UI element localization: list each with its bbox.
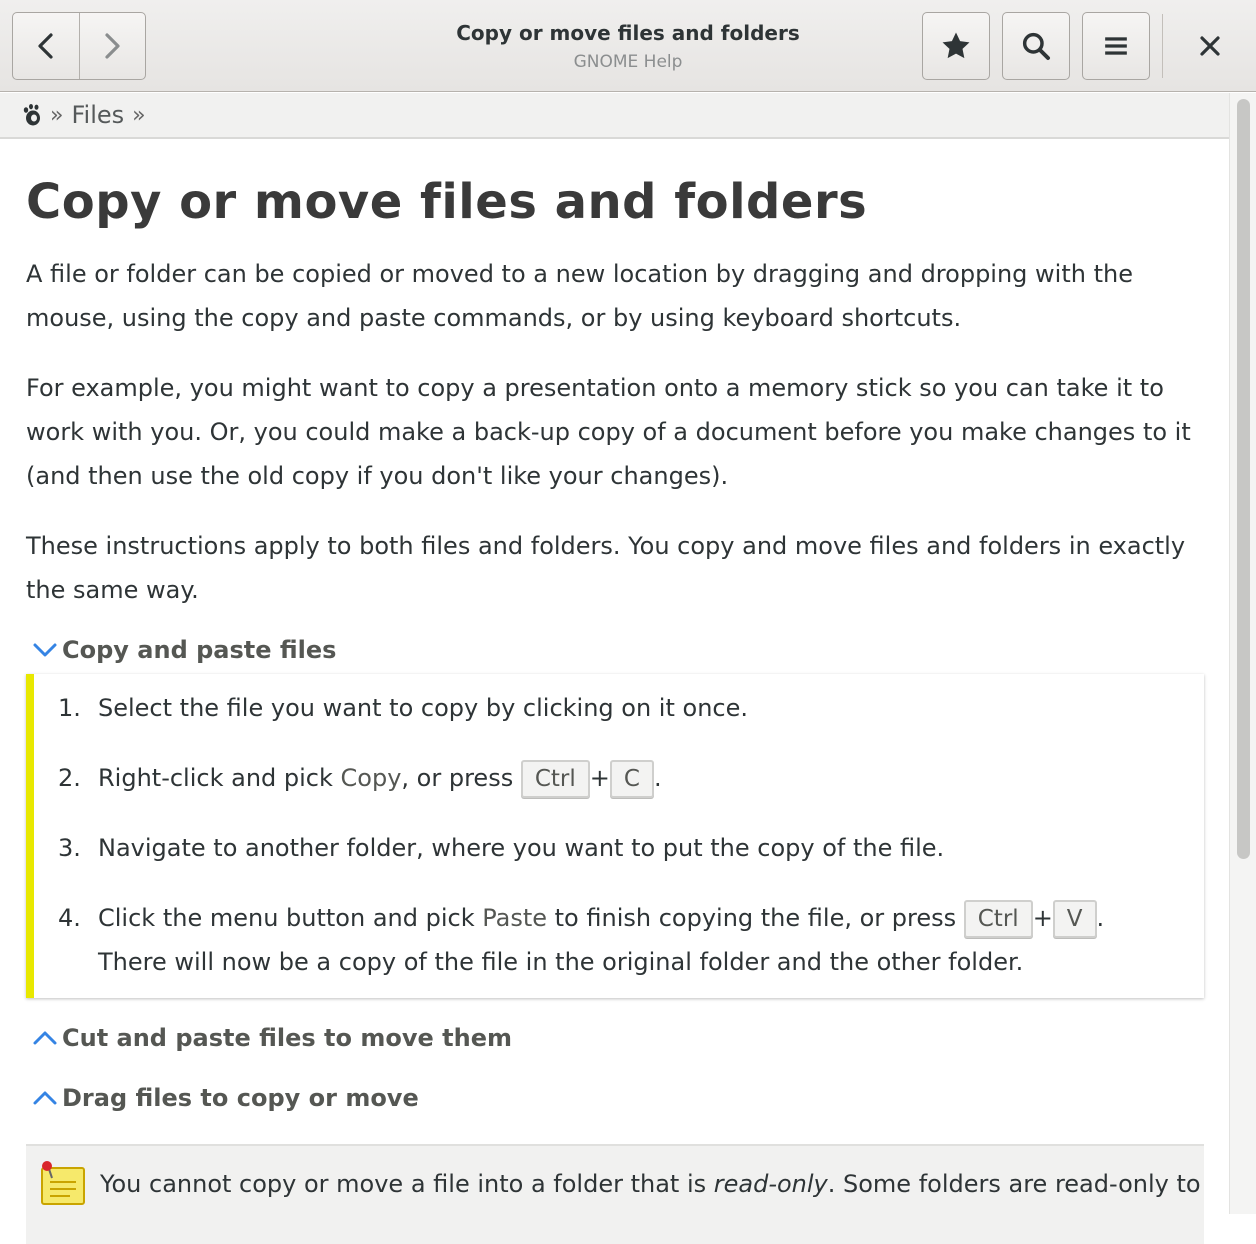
section-title: Copy and paste files xyxy=(62,636,337,664)
step-text: Click the menu button and pick xyxy=(98,904,483,932)
key-plus: + xyxy=(1032,904,1053,932)
menu-icon xyxy=(1105,37,1127,55)
step-number: 2. xyxy=(58,764,81,792)
scrollbar-thumb[interactable] xyxy=(1237,99,1250,859)
note-text-start: You cannot copy or move a file into a fo… xyxy=(100,1170,714,1198)
history-nav-group xyxy=(12,12,146,80)
step-text: to finish copying the file, or press xyxy=(547,904,964,932)
close-icon xyxy=(1200,36,1220,56)
chevron-up-icon xyxy=(33,1031,57,1045)
key-plus: + xyxy=(589,764,610,792)
window-title: Copy or move files and folders xyxy=(456,21,800,45)
note-box: You cannot copy or move a file into a fo… xyxy=(26,1144,1204,1244)
section-title: Cut and paste files to move them xyxy=(62,1024,512,1052)
window-title-box: Copy or move files and folders GNOME Hel… xyxy=(330,18,926,76)
list-item: 2. Right-click and pick Copy, or press Ct… xyxy=(58,756,662,800)
step-text: . xyxy=(653,764,662,792)
breadcrumb-files-link[interactable]: Files xyxy=(71,101,124,129)
section-drag-toggle[interactable]: Drag files to copy or move xyxy=(32,1084,419,1112)
list-item: 4. Click the menu button and pick Paste t… xyxy=(58,896,1104,940)
list-item: 3. Navigate to another folder, where you … xyxy=(58,826,944,870)
intro-paragraph: A file or folder can be copied or moved … xyxy=(26,260,1133,332)
step-text: Navigate to another folder, where you wa… xyxy=(98,834,945,862)
chevron-down-icon xyxy=(33,643,57,657)
key-c: C xyxy=(609,760,654,798)
step-text: , or press xyxy=(401,764,521,792)
breadcrumb-separator: » xyxy=(132,102,146,128)
back-button[interactable] xyxy=(13,13,79,79)
step-text: Right-click and pick xyxy=(98,764,341,792)
list-item: 1. Select the file you want to copy by cl… xyxy=(58,686,748,730)
copy-paste-steps: 1. Select the file you want to copy by cl… xyxy=(26,674,1204,998)
menu-button[interactable] xyxy=(1082,12,1150,80)
forward-arrow-icon xyxy=(105,33,120,59)
search-button[interactable] xyxy=(1002,12,1070,80)
gui-label-paste: Paste xyxy=(482,904,548,932)
section-copy-paste-toggle[interactable]: Copy and paste files xyxy=(32,636,336,664)
key-v: V xyxy=(1052,900,1097,938)
note-text: You cannot copy or move a file into a fo… xyxy=(100,1162,1201,1206)
breadcrumb-separator: » xyxy=(50,102,64,128)
step-number: 4. xyxy=(58,904,81,932)
section-title: Drag files to copy or move xyxy=(62,1084,419,1112)
step-text: Select the file you want to copy by clic… xyxy=(98,694,748,722)
instructions-paragraph: These instructions apply to both files a… xyxy=(26,532,1186,604)
chevron-up-icon xyxy=(33,1091,57,1105)
window-subtitle: GNOME Help xyxy=(573,52,683,72)
bookmark-star-icon xyxy=(942,32,970,59)
step-text: . xyxy=(1096,904,1105,932)
section-cut-paste-toggle[interactable]: Cut and paste files to move them xyxy=(32,1024,512,1052)
header-separator xyxy=(1162,14,1163,78)
key-ctrl: Ctrl xyxy=(963,900,1033,938)
gui-label-copy: Copy xyxy=(340,764,402,792)
note-emphasis: read-only xyxy=(713,1170,828,1198)
close-button[interactable] xyxy=(1176,12,1244,80)
note-text-end: . Some folders are read-only to xyxy=(827,1170,1201,1198)
step-continuation: There will now be a copy of the file in … xyxy=(98,948,1024,976)
note-pin-icon xyxy=(41,1161,85,1205)
back-arrow-icon xyxy=(38,33,53,59)
forward-button[interactable] xyxy=(78,13,146,79)
gnome-help-home-icon[interactable] xyxy=(22,103,42,127)
search-icon xyxy=(1022,32,1050,60)
step-number: 3. xyxy=(58,834,81,862)
page-heading: Copy or move files and folders xyxy=(26,174,868,230)
key-ctrl: Ctrl xyxy=(520,760,590,798)
step-number: 1. xyxy=(58,694,81,722)
example-paragraph: For example, you might want to copy a pr… xyxy=(26,374,1191,490)
bookmark-button[interactable] xyxy=(922,12,990,80)
breadcrumb: » Files » xyxy=(0,93,1229,139)
header-bar: Copy or move files and folders GNOME Hel… xyxy=(0,0,1256,92)
